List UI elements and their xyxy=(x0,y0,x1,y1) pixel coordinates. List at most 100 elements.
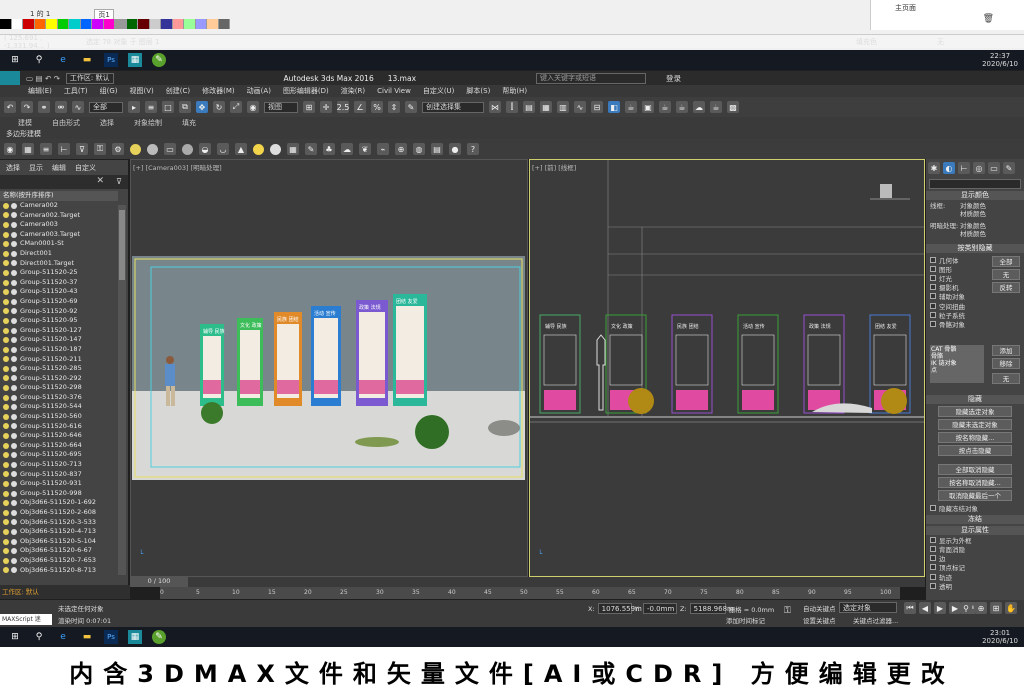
menu-item[interactable]: 工具(T) xyxy=(64,86,88,96)
list-item[interactable]: Obj3d66-511520-1-692 xyxy=(0,498,118,508)
palette-swatch[interactable] xyxy=(0,19,12,29)
list-item[interactable]: Group-511520-69 xyxy=(0,297,118,307)
menu-item[interactable]: 图形编辑器(D) xyxy=(283,86,329,96)
light-bulb-icon[interactable] xyxy=(3,221,9,228)
light-bulb-icon[interactable] xyxy=(3,404,9,411)
tree-icon[interactable]: ♣ xyxy=(323,143,335,155)
hide-button[interactable]: 按名称隐藏... xyxy=(938,432,1012,443)
render-frame-icon[interactable]: ▣ xyxy=(642,101,654,113)
play-icon[interactable]: ▶ xyxy=(934,602,946,614)
display-tab-icon[interactable]: ▭ xyxy=(988,162,1000,174)
zoom-extents-icon[interactable]: ⊞ xyxy=(990,602,1002,614)
list-item[interactable]: Group-511520-292 xyxy=(0,374,118,384)
light-bulb-icon[interactable] xyxy=(3,231,9,238)
search-input[interactable]: 键入关键字或短语 xyxy=(536,72,647,84)
list-item[interactable]: 点 xyxy=(931,367,983,374)
light-bulb-icon[interactable] xyxy=(3,202,9,209)
rotate-icon[interactable]: ↻ xyxy=(213,101,225,113)
pan-icon[interactable]: ✋ xyxy=(1005,602,1017,614)
render-icon[interactable]: ☕ xyxy=(659,101,671,113)
palette-swatch[interactable] xyxy=(57,19,69,29)
checkbox-icon[interactable] xyxy=(930,582,936,589)
render-iterative-icon[interactable]: ☕ xyxy=(676,101,688,113)
graphite-icon[interactable]: ▥ xyxy=(557,101,569,113)
menu-item[interactable]: 编辑(E) xyxy=(28,86,52,96)
light-bulb-icon[interactable] xyxy=(3,279,9,286)
key-filter-button[interactable]: 关键点过滤器... xyxy=(853,615,898,625)
percent-snap-icon[interactable]: % xyxy=(371,101,383,113)
brush-icon[interactable]: ⌁ xyxy=(377,143,389,155)
zoom-icon[interactable]: ⚲ xyxy=(960,602,972,614)
pivot-icon[interactable]: ⊞ xyxy=(303,101,315,113)
selection-set-select[interactable]: 创建选择集 xyxy=(422,101,484,113)
material-editor-icon[interactable]: ◧ xyxy=(608,101,620,113)
windows-start-icon[interactable]: ⊞ xyxy=(8,630,22,644)
selection-filter-select[interactable]: 全部 xyxy=(89,101,123,113)
3dsmax-icon[interactable]: ▦ xyxy=(128,630,142,644)
list-item[interactable]: Group-511520-998 xyxy=(0,489,118,499)
layer-icon[interactable]: ▤ xyxy=(523,101,535,113)
mirror-center-icon[interactable]: ✛ xyxy=(320,101,332,113)
camera-icon[interactable]: ▭ xyxy=(164,143,176,155)
list-item[interactable]: Obj3d66-511520-3-533 xyxy=(0,518,118,528)
trash-icon[interactable]: 🗑 xyxy=(983,14,994,24)
leaf-icon[interactable]: ❦ xyxy=(359,143,371,155)
checkbox-icon[interactable] xyxy=(930,265,936,272)
light-bulb-icon[interactable] xyxy=(3,519,9,526)
palette-swatch[interactable] xyxy=(23,19,35,29)
sun-icon[interactable] xyxy=(253,143,264,155)
hierarchy-tab-icon[interactable]: ⊢ xyxy=(958,162,970,174)
globe-icon[interactable]: ◍ xyxy=(413,143,425,155)
auto-key-button[interactable]: 自动关键点 xyxy=(803,603,836,613)
palette-swatch[interactable] xyxy=(11,19,23,29)
list-item[interactable]: Group-511520-43 xyxy=(0,287,118,297)
hemi-icon[interactable]: ◒ xyxy=(199,143,211,155)
list-item[interactable]: Group-511520-695 xyxy=(0,450,118,460)
list-item[interactable]: IK 链对象 xyxy=(931,360,983,367)
add-button[interactable]: 添加 xyxy=(992,345,1020,356)
y-field[interactable]: -0.0mm xyxy=(642,603,677,614)
list-item[interactable]: Group-511520-376 xyxy=(0,393,118,403)
list-item[interactable]: Obj3d66-511520-4-713 xyxy=(0,527,118,537)
checkbox-icon[interactable] xyxy=(930,311,936,318)
all-button[interactable]: 全部 xyxy=(992,256,1020,267)
light-bulb-icon[interactable] xyxy=(3,298,9,305)
display-color-title[interactable]: 显示颜色 xyxy=(926,191,1024,200)
explorer-menu-item[interactable]: 自定义 xyxy=(75,163,96,173)
explorer-menu-item[interactable]: 选择 xyxy=(6,163,20,173)
explorer-menu-item[interactable]: 显示 xyxy=(29,163,43,173)
select-by-name-icon[interactable]: ≡ xyxy=(145,101,157,113)
menu-item[interactable]: 组(G) xyxy=(100,86,118,96)
list-item[interactable]: Camera002.Target xyxy=(0,211,118,221)
viewport-front[interactable]: [+] [前] [线框] 辅导 民族 文化 政策 民族 团结 活动 宣传 政策 法规 团结… xyxy=(529,159,925,577)
list-item[interactable]: Group-511520-25 xyxy=(0,268,118,278)
palette-swatch[interactable] xyxy=(46,19,58,29)
skylight-icon[interactable] xyxy=(270,143,281,155)
checkbox-icon[interactable] xyxy=(930,274,936,281)
hide-button[interactable]: 按点击隐藏 xyxy=(938,445,1012,456)
sphere-icon[interactable] xyxy=(147,143,158,155)
coreldraw-icon[interactable]: ✎ xyxy=(152,630,166,644)
edge-icon[interactable]: e xyxy=(56,630,70,644)
gear-icon[interactable]: ⚙ xyxy=(112,143,124,155)
select-icon[interactable]: ▸ xyxy=(128,101,140,113)
unhide-button[interactable]: 全部取消隐藏 xyxy=(938,464,1012,475)
a360-icon[interactable]: ☁ xyxy=(693,101,705,113)
light-bulb-icon[interactable] xyxy=(3,337,9,344)
workspace-select[interactable]: 工作区: 默认 xyxy=(65,72,114,84)
cloud-icon[interactable]: ☁ xyxy=(341,143,353,155)
align-icon[interactable]: ⫿ xyxy=(506,101,518,113)
ribbon-tab[interactable]: 选择 xyxy=(100,118,114,128)
unlink-icon[interactable]: ⚮ xyxy=(55,101,67,113)
palette-swatch[interactable] xyxy=(161,19,173,29)
spinner-snap-icon[interactable]: ⇕ xyxy=(388,101,400,113)
mirror-icon[interactable]: ⋈ xyxy=(489,101,501,113)
palette-swatch[interactable] xyxy=(138,19,150,29)
list-item[interactable]: CMan0001-St xyxy=(0,239,118,249)
render-setup-icon[interactable]: ☕ xyxy=(625,101,637,113)
light-bulb-icon[interactable] xyxy=(3,308,9,315)
help-icon[interactable]: ? xyxy=(467,143,479,155)
bind-icon[interactable]: ∿ xyxy=(72,101,84,113)
goto-start-icon[interactable]: ⏮ xyxy=(904,602,916,614)
list-item[interactable]: Obj3d66-511520-8-713 xyxy=(0,566,118,576)
